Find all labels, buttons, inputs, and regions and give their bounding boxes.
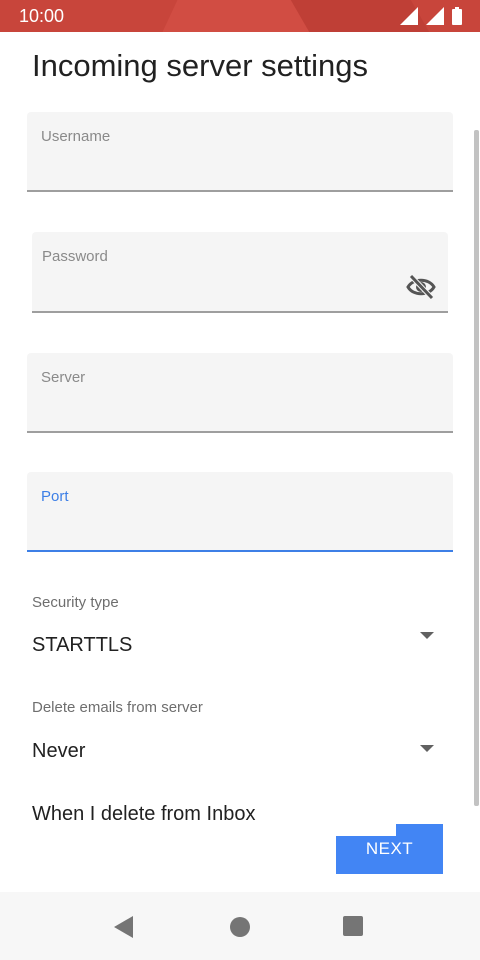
navigation-bar	[0, 892, 480, 960]
password-label: Password	[42, 248, 108, 265]
delete-emails-value: Never	[32, 740, 86, 762]
inbox-delete-label: When I delete from Inbox	[32, 803, 256, 825]
delete-emails-label: Delete emails from server	[32, 699, 203, 716]
status-time: 10:00	[19, 6, 65, 26]
port-label: Port	[41, 488, 69, 505]
server-field[interactable]: Server	[27, 353, 453, 433]
security-type-value: STARTTLS	[32, 634, 133, 656]
scrollbar[interactable]	[474, 130, 479, 806]
back-icon[interactable]	[113, 916, 135, 943]
username-field[interactable]: Username	[27, 112, 453, 192]
cell-signal-icon	[426, 7, 444, 25]
wifi-signal-icon	[400, 7, 418, 25]
username-label: Username	[41, 128, 111, 145]
status-bar: 10:00	[0, 0, 480, 32]
next-button[interactable]: NEXT	[336, 824, 443, 874]
eye-off-icon[interactable]	[406, 274, 436, 305]
server-label: Server	[41, 369, 86, 386]
delete-emails-select[interactable]: Delete emails from server Never	[32, 699, 448, 769]
recents-icon[interactable]	[343, 916, 363, 941]
port-field[interactable]: Port	[27, 472, 453, 552]
home-icon[interactable]	[229, 916, 251, 943]
chevron-down-icon	[420, 745, 434, 752]
chevron-down-icon	[420, 632, 434, 639]
security-type-select[interactable]: Security type STARTTLS	[32, 594, 448, 664]
password-field[interactable]: Password	[32, 232, 448, 313]
battery-icon	[452, 7, 462, 25]
page-title: Incoming server settings	[32, 48, 368, 83]
next-button-label: NEXT	[365, 839, 414, 858]
security-type-label: Security type	[32, 594, 119, 611]
